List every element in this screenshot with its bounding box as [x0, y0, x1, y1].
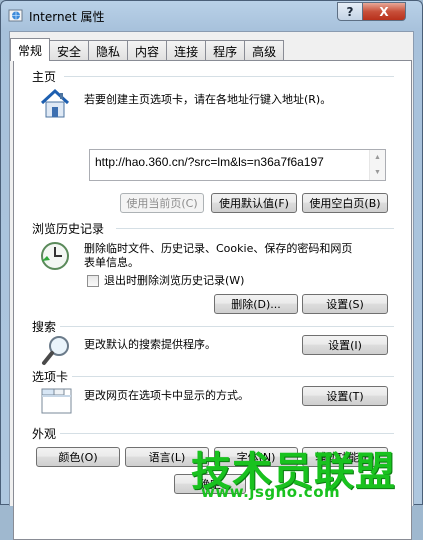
- appearance-divider: [60, 433, 394, 434]
- use-current-button[interactable]: 使用当前页(C): [120, 193, 204, 213]
- title-bar[interactable]: Internet 属性 ? X: [1, 1, 422, 29]
- tab-connections[interactable]: 连接: [166, 40, 207, 60]
- dialog-body: 常规 安全 隐私 内容 连接 程序 高级 主页 若要创建主页选项卡，请在各地址行…: [9, 31, 414, 540]
- tab-security[interactable]: 安全: [49, 40, 90, 60]
- help-button[interactable]: ?: [337, 2, 363, 21]
- tabs-section-description: 更改网页在选项卡中显示的方式。: [84, 389, 249, 402]
- delete-history-button[interactable]: 删除(D)...: [214, 294, 298, 314]
- history-clock-icon: [41, 242, 69, 270]
- tab-advanced[interactable]: 高级: [244, 40, 285, 60]
- tabs-window-icon: [41, 388, 72, 414]
- tab-privacy[interactable]: 隐私: [88, 40, 129, 60]
- internet-options-window: Internet 属性 ? X 常规 安全 隐私 内容 连接 程序 高级 主页: [0, 0, 423, 540]
- tab-programs[interactable]: 程序: [205, 40, 246, 60]
- search-settings-button[interactable]: 设置(I): [302, 335, 388, 355]
- internet-options-icon: [8, 9, 23, 22]
- history-description-line1: 删除临时文件、历史记录、Cookie、保存的密码和网页: [84, 242, 353, 255]
- homepage-url-value: http://hao.360.cn/?src=lm&ls=n36a7f6a197: [95, 155, 324, 169]
- appearance-title: 外观: [32, 427, 57, 441]
- tabs-section-divider: [72, 376, 394, 377]
- delete-on-exit-checkbox[interactable]: [87, 275, 99, 287]
- search-divider: [60, 326, 394, 327]
- history-divider: [116, 228, 394, 229]
- homepage-title: 主页: [32, 70, 57, 84]
- homepage-description: 若要创建主页选项卡，请在各地址行键入地址(R)。: [84, 93, 332, 106]
- homepage-divider: [64, 76, 394, 77]
- watermark-url: www.jsgho.com: [201, 483, 341, 501]
- history-description-line2: 表单信息。: [84, 256, 139, 269]
- search-magnifier-icon: [42, 336, 69, 365]
- colors-button[interactable]: 颜色(O): [36, 447, 120, 467]
- tab-content[interactable]: 内容: [127, 40, 168, 60]
- tab-strip: 常规 安全 隐私 内容 连接 程序 高级: [10, 38, 285, 61]
- homepage-url-input[interactable]: http://hao.360.cn/?src=lm&ls=n36a7f6a197…: [89, 149, 386, 181]
- window-title: Internet 属性: [29, 10, 105, 24]
- close-button[interactable]: X: [362, 2, 406, 21]
- tabs-settings-button[interactable]: 设置(T): [302, 386, 388, 406]
- delete-on-exit-label: 退出时删除浏览历史记录(W): [104, 274, 245, 287]
- history-settings-button[interactable]: 设置(S): [302, 294, 388, 314]
- tab-general[interactable]: 常规: [10, 38, 51, 61]
- url-scrollbar[interactable]: ▲ ▼: [369, 150, 385, 180]
- use-default-button[interactable]: 使用默认值(F): [211, 193, 297, 213]
- history-title: 浏览历史记录: [32, 222, 105, 236]
- use-blank-button[interactable]: 使用空白页(B): [302, 193, 388, 213]
- help-icon: ?: [346, 4, 354, 19]
- close-icon: X: [379, 4, 389, 19]
- search-description: 更改默认的搜索提供程序。: [84, 338, 216, 351]
- home-icon: [40, 88, 70, 118]
